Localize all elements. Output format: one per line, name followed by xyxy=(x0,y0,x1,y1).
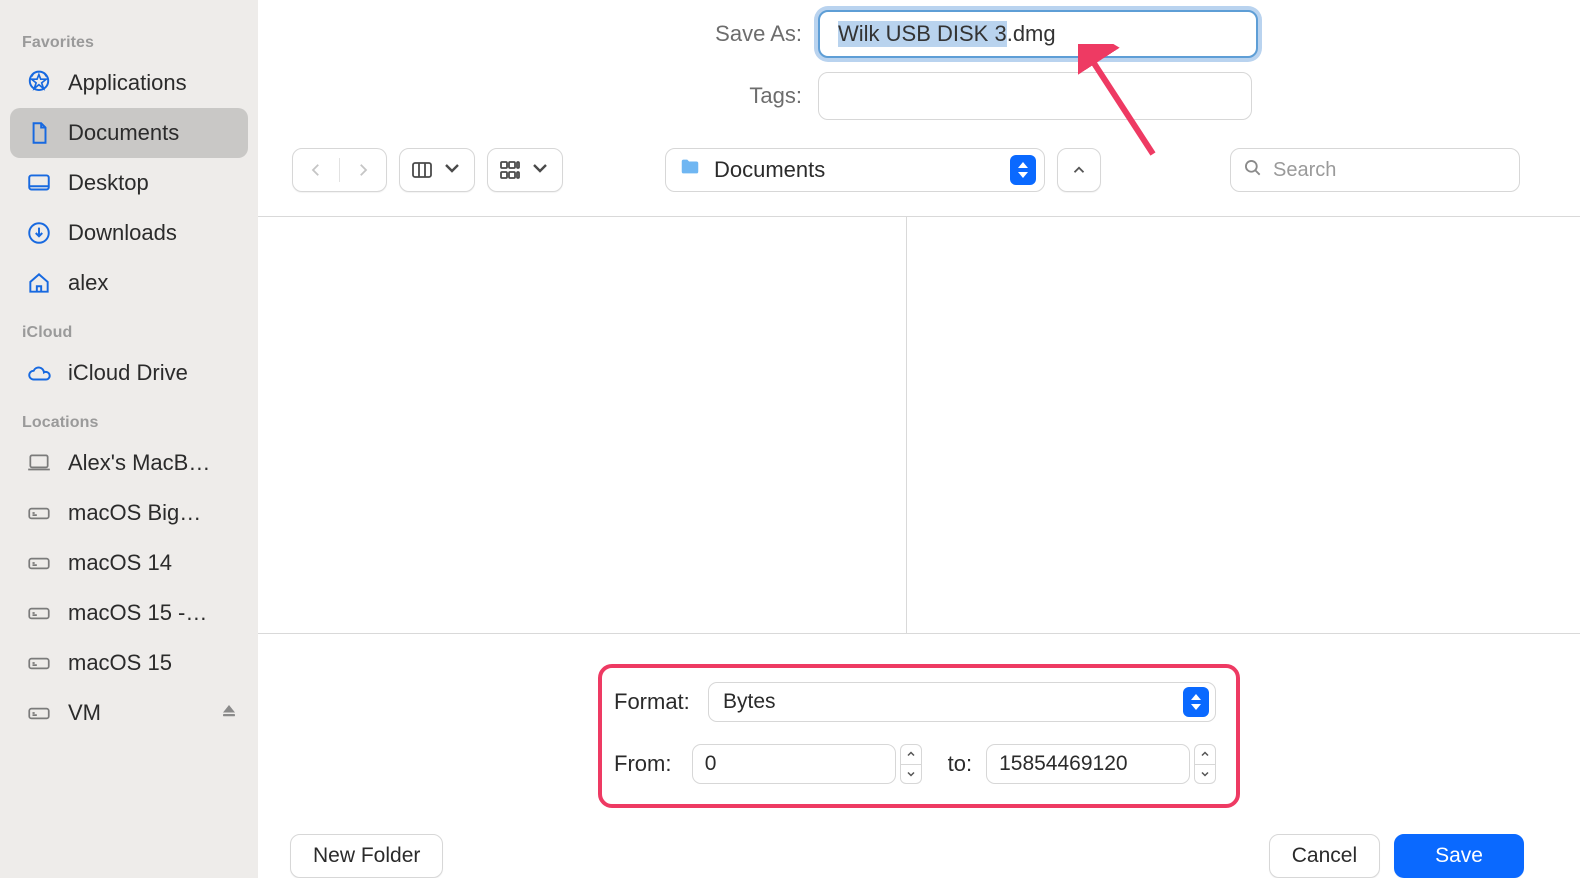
to-input[interactable] xyxy=(986,744,1190,784)
search-icon xyxy=(1243,158,1263,183)
updown-icon xyxy=(1010,155,1036,185)
sidebar-item-documents[interactable]: Documents xyxy=(10,108,248,158)
sidebar-item-label: Applications xyxy=(68,70,187,96)
sidebar-item-label: macOS 14 xyxy=(68,550,172,576)
sidebar-item-label: Alex's MacB… xyxy=(68,450,210,476)
sidebar-item-desktop[interactable]: Desktop xyxy=(10,158,248,208)
nav-buttons xyxy=(292,148,387,192)
saveas-input[interactable]: Wilk USB DISK 3.dmg xyxy=(818,10,1258,58)
sidebar-item-disk[interactable]: macOS 14 xyxy=(10,538,248,588)
file-browser[interactable] xyxy=(258,216,1580,634)
stepper-up-icon[interactable] xyxy=(1194,744,1216,765)
tags-input[interactable] xyxy=(818,72,1252,120)
disk-icon xyxy=(24,598,54,628)
folder-icon xyxy=(676,156,704,184)
sidebar-item-label: Downloads xyxy=(68,220,177,246)
format-select[interactable]: Bytes xyxy=(708,682,1216,722)
laptop-icon xyxy=(24,448,54,478)
collapse-button[interactable] xyxy=(1057,148,1101,192)
applications-icon xyxy=(24,68,54,98)
cancel-button[interactable]: Cancel xyxy=(1269,834,1380,878)
sidebar-item-disk[interactable]: macOS 15 -… xyxy=(10,588,248,638)
footer: New Folder Cancel Save xyxy=(258,822,1580,878)
sidebar-item-label: VM xyxy=(68,700,101,726)
view-columns-button[interactable] xyxy=(399,148,475,192)
sidebar-item-vm[interactable]: VM xyxy=(10,688,248,738)
disk-icon xyxy=(24,698,54,728)
updown-icon xyxy=(1183,687,1209,717)
format-value: Bytes xyxy=(723,690,776,714)
sidebar-item-label: alex xyxy=(68,270,108,296)
forward-button[interactable] xyxy=(340,148,386,192)
saveas-label: Save As: xyxy=(318,21,818,47)
eject-icon[interactable] xyxy=(220,700,238,726)
main-panel: Save As: Wilk USB DISK 3.dmg Tags: xyxy=(258,0,1580,878)
column-divider xyxy=(906,217,907,633)
desktop-icon xyxy=(24,168,54,198)
disk-icon xyxy=(24,548,54,578)
sidebar-item-label: Documents xyxy=(68,120,179,146)
new-folder-button[interactable]: New Folder xyxy=(290,834,443,878)
sidebar-item-downloads[interactable]: Downloads xyxy=(10,208,248,258)
downloads-icon xyxy=(24,218,54,248)
saveas-ext: .dmg xyxy=(1007,21,1056,47)
location-label: Documents xyxy=(714,157,825,183)
search-input[interactable] xyxy=(1273,159,1507,182)
to-stepper[interactable] xyxy=(1194,744,1216,784)
sidebar-item-label: macOS 15 xyxy=(68,650,172,676)
home-icon xyxy=(24,268,54,298)
sidebar-item-label: Desktop xyxy=(68,170,149,196)
to-label: to: xyxy=(922,751,986,777)
stepper-down-icon[interactable] xyxy=(1194,765,1216,785)
from-input[interactable] xyxy=(692,744,896,784)
chevron-down-icon xyxy=(440,156,464,185)
disk-icon xyxy=(24,648,54,678)
from-label: From: xyxy=(614,751,692,777)
disk-icon xyxy=(24,498,54,528)
from-stepper[interactable] xyxy=(900,744,922,784)
format-panel: Format: Bytes From: to: xyxy=(598,664,1240,808)
chevron-down-icon xyxy=(528,156,552,185)
sidebar-section-favorites: Favorites xyxy=(0,18,258,58)
stepper-down-icon[interactable] xyxy=(900,765,922,785)
sidebar-section-icloud: iCloud xyxy=(0,308,258,348)
sidebar-section-locations: Locations xyxy=(0,398,258,438)
sidebar: Favorites Applications Documents Desktop… xyxy=(0,0,258,878)
sidebar-item-label: iCloud Drive xyxy=(68,360,188,386)
sidebar-item-label: macOS 15 -… xyxy=(68,600,207,626)
sidebar-item-home[interactable]: alex xyxy=(10,258,248,308)
cloud-icon xyxy=(24,358,54,388)
sidebar-item-disk[interactable]: macOS Big… xyxy=(10,488,248,538)
search-box[interactable] xyxy=(1230,148,1520,192)
back-button[interactable] xyxy=(293,148,339,192)
stepper-up-icon[interactable] xyxy=(900,744,922,765)
format-label: Format: xyxy=(614,689,708,715)
document-icon xyxy=(24,118,54,148)
tags-label: Tags: xyxy=(318,83,818,109)
sidebar-item-macbook[interactable]: Alex's MacB… xyxy=(10,438,248,488)
location-popup[interactable]: Documents xyxy=(665,148,1045,192)
saveas-selected-text: Wilk USB DISK 3 xyxy=(838,21,1007,47)
sidebar-item-icloud-drive[interactable]: iCloud Drive xyxy=(10,348,248,398)
view-group-button[interactable] xyxy=(487,148,563,192)
sidebar-item-disk[interactable]: macOS 15 xyxy=(10,638,248,688)
sidebar-item-applications[interactable]: Applications xyxy=(10,58,248,108)
toolbar: Documents xyxy=(258,140,1580,216)
save-button[interactable]: Save xyxy=(1394,834,1524,878)
sidebar-item-label: macOS Big… xyxy=(68,500,201,526)
